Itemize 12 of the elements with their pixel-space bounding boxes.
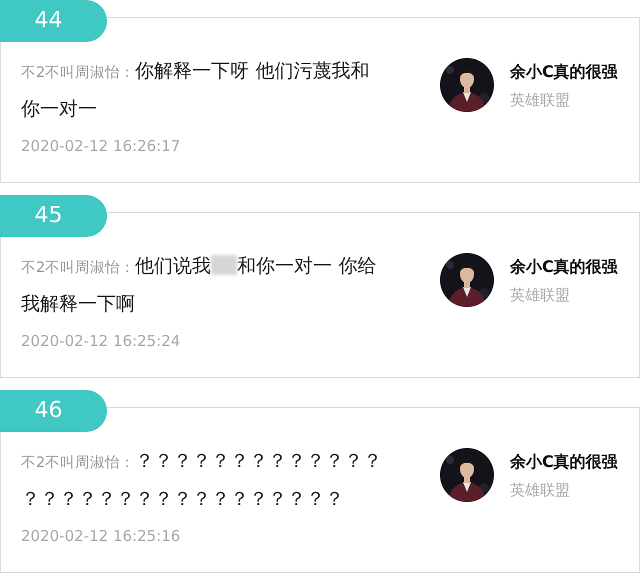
user-name: 余小C真的很强 (510, 451, 618, 473)
user-name: 余小C真的很强 (510, 256, 618, 278)
game-name: 英雄联盟 (510, 480, 571, 501)
timestamp: 2020-02-12 16:26:17 (21, 136, 182, 157)
comment-text: 不2不叫周淑怡：？？？？？？？？？？？？？？？？？？？？？？？？？？？？？？ (21, 449, 384, 512)
comment-text: 不2不叫周淑怡：你解释一下呀 他们污蔑我和你一对一 (21, 59, 370, 122)
game-name: 英雄联盟 (510, 285, 571, 306)
game-name: 英雄联盟 (510, 90, 571, 111)
timestamp: 2020-02-12 16:25:24 (21, 331, 182, 352)
comment-text: 不2不叫周淑怡：他们说我 和你一对一 你给我解释一下啊 (21, 254, 378, 317)
timestamp: 2020-02-12 16:25:16 (21, 526, 182, 547)
user-name: 余小C真的很强 (510, 61, 618, 83)
